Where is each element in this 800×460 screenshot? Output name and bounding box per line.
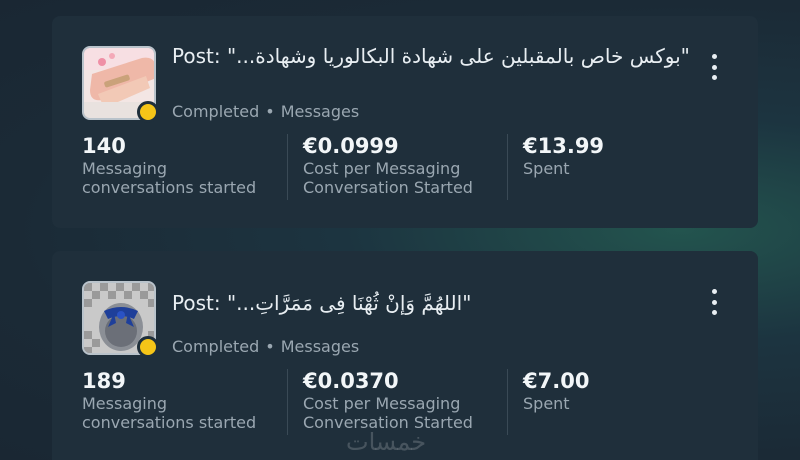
metric-conversations: 189 Messaging conversations started xyxy=(82,369,282,432)
metric-cost-per-conversation: €0.0999 Cost per Messaging Conversation … xyxy=(303,134,503,197)
more-options-icon[interactable] xyxy=(710,289,718,315)
post-thumbnail xyxy=(82,46,159,123)
post-title[interactable]: Post: "بوكس خاص بالمقبلين على شهادة البك… xyxy=(172,44,692,69)
meta-separator: • xyxy=(265,102,275,121)
metric-value: €0.0999 xyxy=(303,134,399,158)
post-meta: Completed • Messages xyxy=(172,337,359,356)
metric-divider xyxy=(287,134,288,200)
metric-divider xyxy=(507,369,508,435)
metric-label: Messaging conversations started xyxy=(82,159,257,197)
objective-label: Messages xyxy=(280,102,360,121)
objective-label: Messages xyxy=(280,337,360,356)
metric-spent: €13.99 Spent xyxy=(523,134,723,178)
ad-card[interactable]: Post: "بوكس خاص بالمقبلين على شهادة البك… xyxy=(52,16,758,228)
post-text: "اللهُمَّ وَإنْ ثُهْنَا فِى مَمَرَّاتِ..… xyxy=(226,291,472,315)
status-indicator xyxy=(137,101,159,123)
metric-divider xyxy=(287,369,288,435)
metric-value: 140 xyxy=(82,134,126,158)
metric-label: Spent xyxy=(523,394,570,413)
post-label: Post: xyxy=(172,44,227,68)
post-meta: Completed • Messages xyxy=(172,102,359,121)
metric-divider xyxy=(507,134,508,200)
meta-separator: • xyxy=(265,337,275,356)
status-label: Completed xyxy=(172,102,260,121)
metric-cost-per-conversation: €0.0370 Cost per Messaging Conversation … xyxy=(303,369,503,432)
metric-conversations: 140 Messaging conversations started xyxy=(82,134,282,197)
post-title[interactable]: Post: "اللهُمَّ وَإنْ ثُهْنَا فِى مَمَرَ… xyxy=(172,291,692,316)
post-label: Post: xyxy=(172,291,227,315)
status-indicator xyxy=(137,336,159,358)
metric-value: €13.99 xyxy=(523,134,605,158)
metric-label: Cost per Messaging Conversation Started xyxy=(303,159,473,197)
post-thumbnail xyxy=(82,281,159,358)
more-options-icon[interactable] xyxy=(710,54,718,80)
metric-label: Messaging conversations started xyxy=(82,394,257,432)
metric-value: €7.00 xyxy=(523,369,590,393)
post-text: "بوكس خاص بالمقبلين على شهادة البكالوريا… xyxy=(226,44,690,68)
status-label: Completed xyxy=(172,337,260,356)
metric-label: Spent xyxy=(523,159,570,178)
watermark: خمسات xyxy=(346,428,427,456)
metric-value: 189 xyxy=(82,369,126,393)
metric-label: Cost per Messaging Conversation Started xyxy=(303,394,473,432)
metric-value: €0.0370 xyxy=(303,369,399,393)
metric-spent: €7.00 Spent xyxy=(523,369,723,413)
